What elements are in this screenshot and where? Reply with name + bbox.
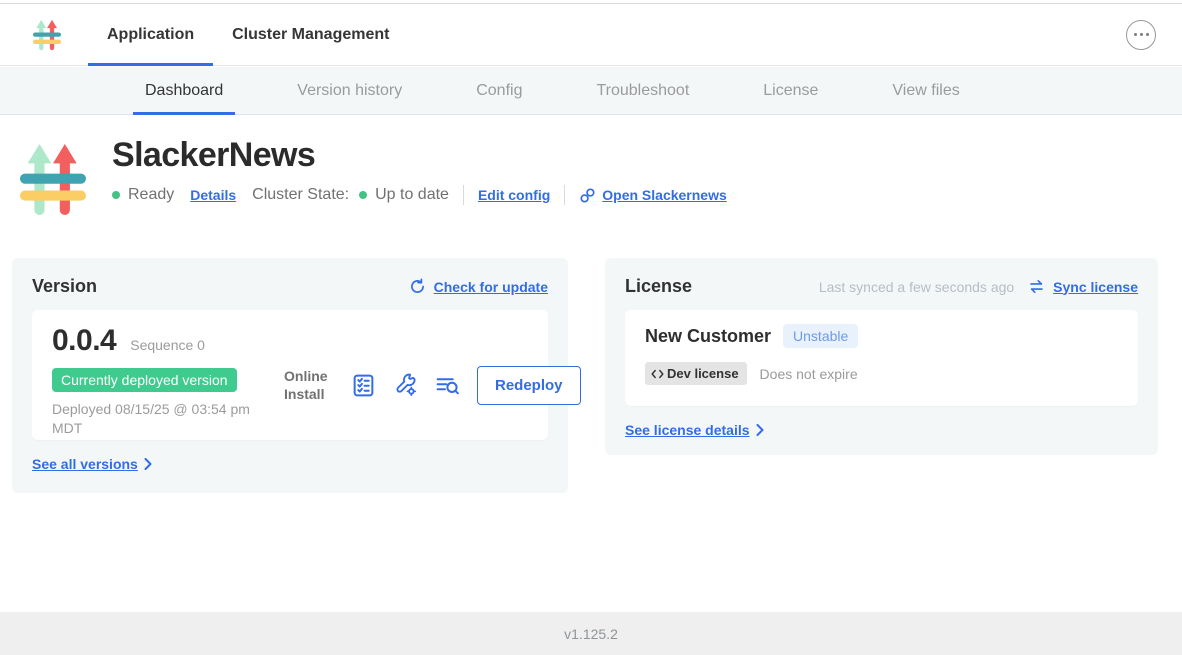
refresh-icon [409,278,426,295]
tab-troubleshoot[interactable]: Troubleshoot [584,67,701,114]
sequence-label: Sequence 0 [130,337,205,353]
page-title: SlackerNews [112,137,727,174]
last-synced-text: Last synced a few seconds ago [819,279,1014,295]
code-brackets-icon [651,368,664,380]
license-type-badge: Dev license [645,362,747,385]
tab-dashboard[interactable]: Dashboard [133,67,235,114]
channel-badge: Unstable [783,324,858,348]
license-card-title: License [625,276,692,297]
swap-arrows-icon [1028,278,1045,295]
tab-version-history[interactable]: Version history [285,67,414,114]
chevron-right-icon [144,458,152,470]
customer-name: New Customer [645,326,771,347]
top-nav: Application Cluster Management [0,3,1182,66]
sync-license-link[interactable]: Sync license [1053,279,1138,295]
app-logo-icon [20,137,86,222]
license-summary-panel: New Customer Unstable Dev license Does n… [625,310,1138,406]
expiry-text: Does not expire [760,366,858,382]
deployed-timestamp: Deployed 08/15/25 @ 03:54 pm MDT [52,400,270,438]
tab-license[interactable]: License [751,67,830,114]
version-card-title: Version [32,276,97,297]
details-link[interactable]: Details [190,187,236,203]
tab-config[interactable]: Config [464,67,534,114]
app-status-row: Ready Details Cluster State: Up to date … [112,185,727,205]
install-type-label: Online Install [284,368,334,403]
deployed-status-badge: Currently deployed version [52,368,237,392]
version-number: 0.0.4 [52,324,116,358]
preflight-checks-icon[interactable] [351,373,376,398]
deploy-logs-icon[interactable] [435,373,460,398]
cluster-state-value: Up to date [375,186,449,204]
redeploy-button[interactable]: Redeploy [477,366,581,405]
edit-config-link[interactable]: Edit config [478,187,550,203]
link-chain-icon [579,187,596,204]
wrench-gear-icon[interactable] [393,373,418,398]
app-sub-nav: Dashboard Version history Config Trouble… [0,67,1182,115]
open-slackernews-link[interactable]: Open Slackernews [579,187,727,204]
app-footer: v1.125.2 [0,612,1182,655]
chevron-right-icon [756,424,764,436]
license-card: License Last synced a few seconds ago Sy… [605,258,1158,455]
console-version-text: v1.125.2 [564,626,618,642]
brand-logo-icon[interactable] [33,18,61,52]
version-card: Version Check for update 0.0.4 Sequence … [12,258,568,493]
tab-view-files[interactable]: View files [880,67,971,114]
divider [564,185,565,205]
see-license-details-link[interactable]: See license details [625,422,764,438]
app-status-text: Ready [128,186,174,204]
primary-tabs: Application Cluster Management [88,4,408,65]
see-all-versions-link[interactable]: See all versions [32,456,152,472]
tab-application[interactable]: Application [88,4,213,65]
divider [463,185,464,205]
current-version-panel: 0.0.4 Sequence 0 Currently deployed vers… [32,310,548,440]
cluster-state-label: Cluster State: [252,186,349,204]
ellipsis-icon [1134,33,1149,36]
check-for-update-link[interactable]: Check for update [434,279,548,295]
overflow-menu-button[interactable] [1126,20,1156,50]
app-status-dot [112,191,120,199]
app-header: SlackerNews Ready Details Cluster State:… [20,137,727,222]
cluster-state-dot [359,191,367,199]
tab-cluster-management[interactable]: Cluster Management [213,4,408,65]
